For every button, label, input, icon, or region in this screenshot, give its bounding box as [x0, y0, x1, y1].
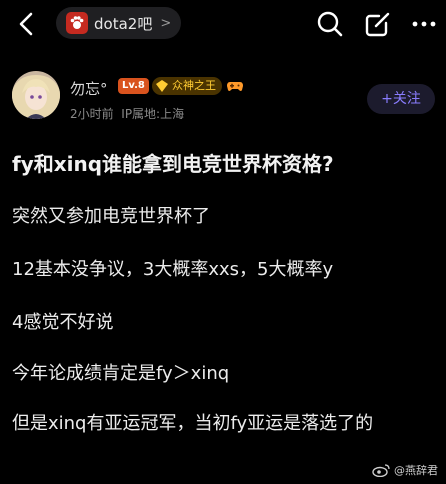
post-paragraph: 今年论成绩肯定是fy＞xinq: [12, 363, 230, 384]
avatar[interactable]: [12, 71, 60, 119]
chevron-right-icon: >: [160, 15, 172, 31]
watermark-text: @燕辞君: [394, 464, 438, 477]
post-paragraph: 突然又参加电竞世界杯了: [12, 206, 210, 227]
post-meta: 2小时前 IP属地:上海: [70, 105, 184, 122]
username[interactable]: 勿忘°: [70, 78, 108, 99]
edit-icon[interactable]: [364, 10, 392, 38]
post-time: 2小时前: [70, 107, 114, 121]
title-badge-label: 众神之王: [172, 79, 216, 92]
post-title: fy和xinq谁能拿到电竞世界杯资格?: [12, 152, 334, 176]
more-icon[interactable]: [410, 10, 438, 38]
post-paragraph: 12基本没争议，3大概率xxs，5大概率y: [12, 259, 334, 280]
follow-button[interactable]: +关注: [367, 84, 435, 114]
search-icon[interactable]: [316, 10, 344, 38]
watermark: @燕辞君: [372, 462, 438, 478]
forum-logo-icon: [66, 12, 88, 34]
back-arrow-icon[interactable]: [14, 10, 40, 38]
author-row: 勿忘° Lv.8 众神之王 2小时前 IP属地:上海 +关注: [0, 68, 446, 128]
forum-link[interactable]: dota2吧 >: [56, 7, 182, 39]
gamepad-icon: [227, 82, 243, 91]
post-paragraph: 但是xinq有亚运冠军，当初fy亚运是落选了的: [12, 413, 374, 434]
post-paragraph: 4感觉不好说: [12, 312, 114, 333]
weibo-logo-icon: [372, 464, 390, 477]
title-badge: 众神之王: [152, 77, 222, 95]
ip-location: IP属地:上海: [121, 107, 185, 121]
top-bar: dota2吧 >: [0, 0, 446, 50]
level-badge: Lv.8: [118, 78, 149, 94]
forum-name: dota2吧: [94, 14, 153, 33]
diamond-icon: [156, 80, 168, 92]
